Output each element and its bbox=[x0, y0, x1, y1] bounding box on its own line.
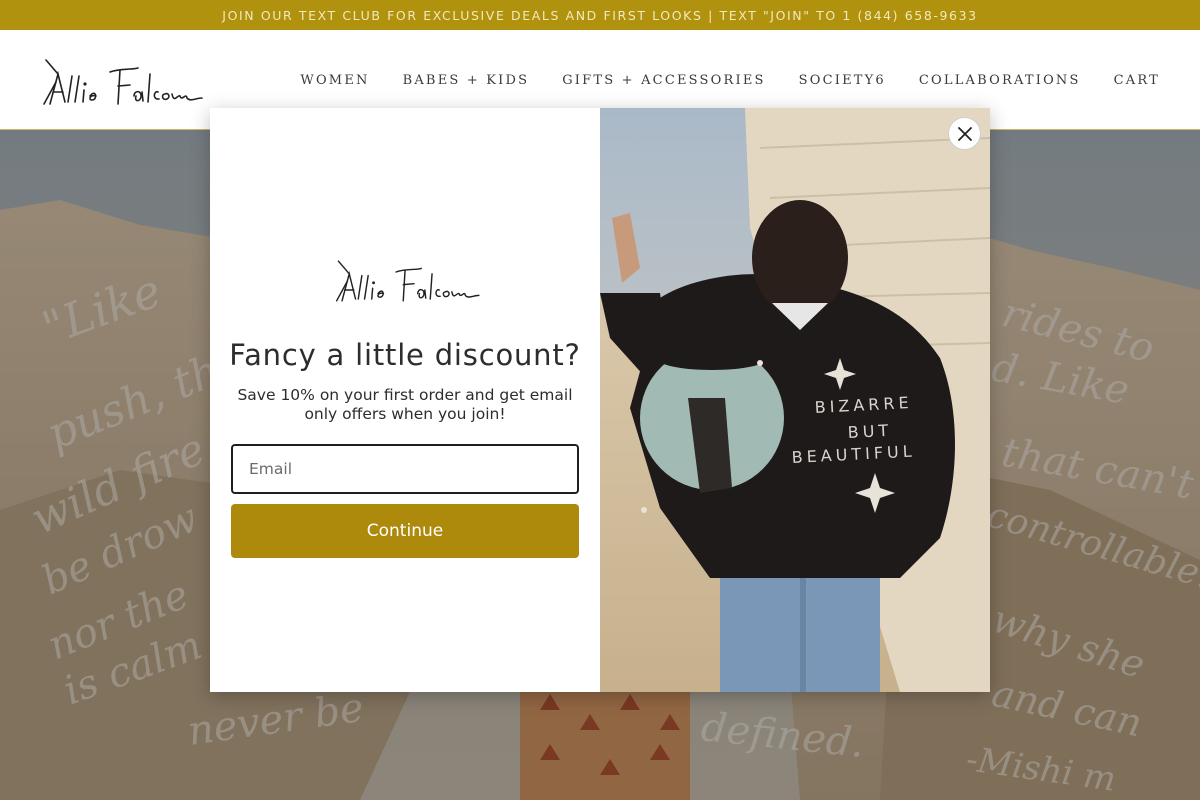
nav-cart[interactable]: CART bbox=[1114, 73, 1160, 88]
nav-women[interactable]: WOMEN bbox=[300, 73, 369, 88]
close-button[interactable] bbox=[948, 117, 981, 150]
popup-form-panel: Fancy a little discount? Save 10% on you… bbox=[210, 108, 600, 692]
nav-society6[interactable]: SOCIETY6 bbox=[799, 73, 886, 88]
popup-brand-logo bbox=[335, 260, 480, 302]
popup-image-panel: BIZARRE BUT BEAUTIFUL bbox=[600, 108, 990, 692]
nav-babes-kids[interactable]: BABES + KIDS bbox=[403, 73, 530, 88]
popup-photo: BIZARRE BUT BEAUTIFUL bbox=[600, 108, 990, 692]
popup-headline: Fancy a little discount? bbox=[229, 338, 581, 372]
continue-button[interactable]: Continue bbox=[231, 504, 579, 558]
announcement-text: JOIN OUR TEXT CLUB FOR EXCLUSIVE DEALS A… bbox=[222, 7, 978, 23]
nav-collaborations[interactable]: COLLABORATIONS bbox=[919, 73, 1081, 88]
nav-gifts-accessories[interactable]: GIFTS + ACCESSORIES bbox=[562, 73, 765, 88]
popup-subtext: Save 10% on your first order and get ema… bbox=[237, 386, 573, 423]
announcement-bar[interactable]: JOIN OUR TEXT CLUB FOR EXCLUSIVE DEALS A… bbox=[0, 0, 1200, 30]
close-icon bbox=[957, 126, 972, 141]
email-field[interactable] bbox=[231, 444, 579, 494]
discount-popup: Fancy a little discount? Save 10% on you… bbox=[210, 108, 990, 692]
sweater-text: BUT bbox=[847, 421, 892, 442]
brand-logo[interactable] bbox=[38, 52, 203, 112]
